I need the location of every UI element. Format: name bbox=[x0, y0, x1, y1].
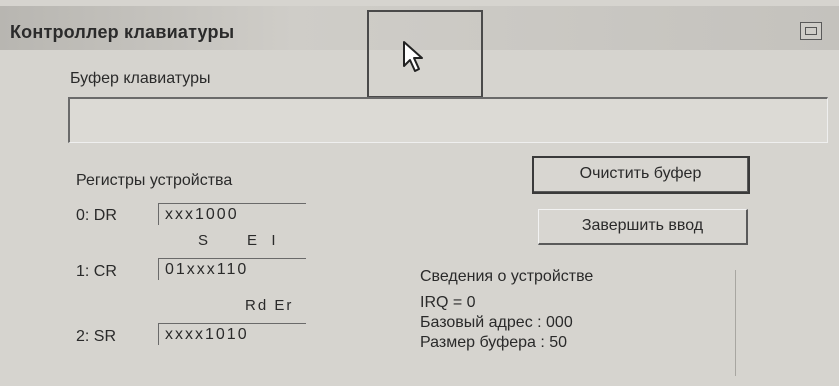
cr-register-field: 01xxx110 bbox=[158, 258, 306, 280]
buffer-size-value: Размер буфера : 50 bbox=[420, 334, 568, 351]
window-title: Контроллер клавиатуры bbox=[10, 22, 235, 42]
keyboard-buffer-field[interactable] bbox=[68, 97, 828, 143]
finish-input-button[interactable]: Завершить ввод bbox=[538, 209, 748, 245]
registers-heading: Регистры устройства bbox=[76, 172, 233, 189]
dr-register-label: 0: DR bbox=[76, 207, 117, 224]
sr-register-field: xxxx1010 bbox=[158, 323, 306, 345]
cr-bits-label: S E I bbox=[198, 232, 278, 249]
base-address-value: Базовый адрес : 000 bbox=[420, 314, 573, 331]
dr-register-field: xxx1000 bbox=[158, 203, 306, 225]
panel-divider bbox=[735, 270, 736, 376]
buffer-label: Буфер клавиатуры bbox=[70, 70, 211, 87]
device-info-heading: Сведения о устройстве bbox=[420, 268, 594, 285]
irq-value: IRQ = 0 bbox=[420, 294, 476, 311]
device-info-panel: Сведения о устройстве IRQ = 0 Базовый ад… bbox=[400, 262, 735, 380]
mouse-pointer-icon bbox=[403, 41, 423, 72]
close-button[interactable] bbox=[800, 22, 822, 40]
sr-bits-label: Rd Er bbox=[245, 297, 294, 314]
cr-register-label: 1: CR bbox=[76, 263, 117, 280]
sr-register-label: 2: SR bbox=[76, 328, 117, 345]
clear-buffer-button[interactable]: Очистить буфер bbox=[532, 156, 750, 194]
keyboard-controller-window: Контроллер клавиатуры Буфер клавиатуры Р… bbox=[0, 0, 839, 386]
